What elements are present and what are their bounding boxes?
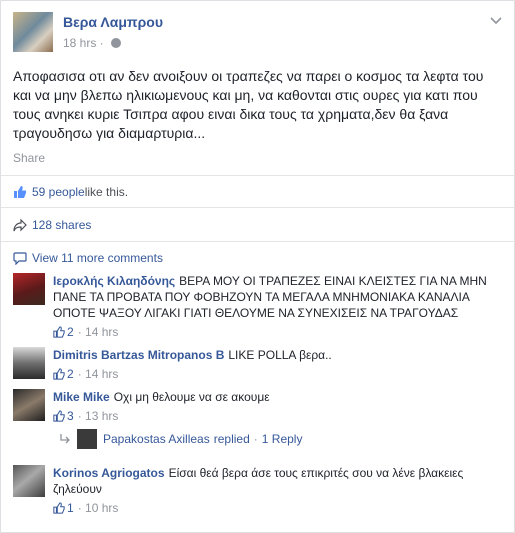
thumbs-up-outline-icon [53,326,65,338]
comment-author[interactable]: Mike Mike [53,390,110,404]
reply-arrow-icon [60,434,70,444]
likes-count-link[interactable]: 59 people [32,185,85,199]
like-number: 2 [67,325,74,339]
view-more-comments[interactable]: View 11 more comments [13,251,163,265]
reply-sep: · [253,432,258,446]
comment-like-count[interactable]: 1 [53,500,74,516]
author-avatar[interactable] [13,12,53,52]
comment-time[interactable]: 14 hrs [85,366,118,382]
thumbs-up-outline-icon [53,502,65,514]
comment-author[interactable]: Korinos Agriogatos [53,466,165,480]
divider [1,175,514,176]
comment-text: Οχι μη θελουμε να σε ακουμε [113,390,270,404]
comment-author[interactable]: Dimitris Bartzas Mitropanos B [53,348,224,362]
shares-link[interactable]: 128 shares [32,218,91,232]
comment-time[interactable]: 14 hrs [85,324,118,340]
comment-meta: 1 · 10 hrs [53,500,503,516]
comment-time[interactable]: 13 hrs [85,408,118,424]
post-author[interactable]: Βερα Λαμπρου [63,14,163,30]
likes-suffix: like this. [84,185,129,199]
meta-dot: · [77,367,86,381]
divider [1,241,514,242]
comment-like-count[interactable]: 2 [53,366,74,382]
comment-avatar[interactable] [13,389,45,421]
comment-meta: 2 · 14 hrs [53,366,503,382]
globe-icon [111,38,122,48]
post-time[interactable]: 18 hrs · [63,36,107,50]
comment-bubble-icon [13,251,27,265]
comment-time[interactable]: 10 hrs [85,500,118,516]
share-link[interactable]: Share [13,151,45,165]
shares-summary[interactable]: 128 shares [13,218,91,232]
post-meta: 18 hrs · [63,36,122,50]
comment-avatar[interactable] [13,465,45,497]
post-card: Βερα Λαμπρου 18 hrs · Αποφασισα οτι αν δ… [0,0,515,533]
thumbs-up-outline-icon [53,410,65,422]
replies-link[interactable]: Papakostas Axilleas replied · 1 Reply [59,429,302,449]
share-arrow-icon [13,218,27,232]
comment-text: LIKE POLLA βερα.. [228,348,332,362]
comment-author[interactable]: Ιεροκλής Κιλαηδόνης [53,274,175,288]
post-text: Αποφασισα οτι αν δεν ανοιξουν οι τραπεζε… [13,68,484,141]
view-more-label: View 11 more comments [32,251,163,265]
reply-action: replied [213,432,250,446]
reply-author[interactable]: Papakostas Axilleas [103,432,210,446]
divider [1,207,514,208]
thumbs-up-outline-icon [53,368,65,380]
comment-like-count[interactable]: 2 [53,324,74,340]
likes-summary: 59 people like this. [13,185,128,199]
comment-like-count[interactable]: 3 [53,408,74,424]
reply-avatar[interactable] [77,429,97,449]
meta-dot: · [77,325,86,339]
like-number: 2 [67,367,74,381]
comment-avatar[interactable] [13,347,45,379]
thumbs-up-icon [14,186,26,198]
like-number: 3 [67,409,74,423]
meta-dot: · [77,409,86,423]
chevron-down-icon[interactable] [490,13,502,25]
meta-dot: · [77,501,86,515]
comment-meta: 2 · 14 hrs [53,324,503,340]
comment-meta: 3 · 13 hrs [53,408,503,424]
reply-count[interactable]: 1 Reply [262,432,303,446]
like-number: 1 [67,501,74,515]
comment-avatar[interactable] [13,273,45,305]
